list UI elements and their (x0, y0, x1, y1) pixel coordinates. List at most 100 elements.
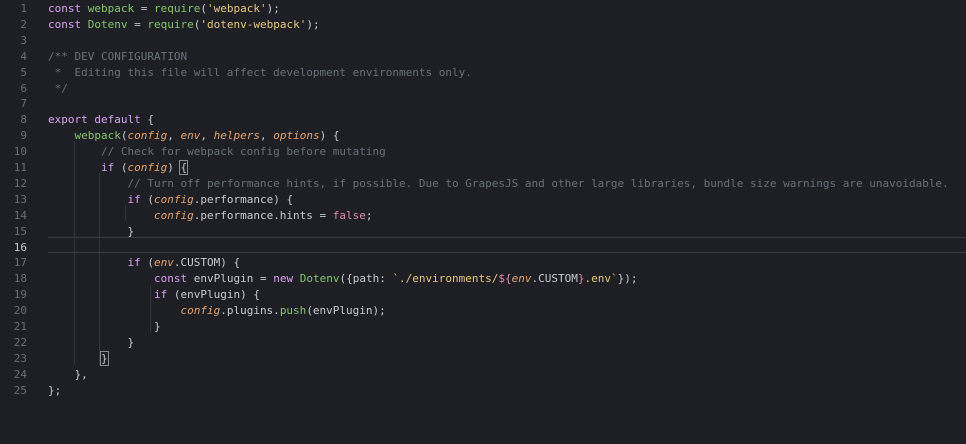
line-number: 14 (13, 208, 27, 222)
code-line[interactable]: }, (48, 367, 966, 383)
code-token: .performance.hints = (193, 208, 333, 222)
code-token: export default (48, 113, 148, 127)
line-number: 12 (13, 176, 27, 190)
code-editor[interactable]: 1 2 3 4 5 6 7 8 9 10 11 12 13 14 15 16 17 18 19 20 21 22 23 24 2… (0, 0, 966, 444)
code-token: envPlugin = (193, 272, 274, 286)
line-number: 24 (13, 367, 27, 381)
code-token: webpack (87, 2, 135, 15)
code-token: new (273, 272, 300, 286)
code-token: ; (365, 208, 373, 222)
code-token: } (48, 224, 135, 238)
code-token: if (100, 161, 121, 174)
code-token: , (167, 129, 181, 143)
line-number: 20 (13, 304, 27, 318)
code-token: const (48, 2, 88, 15)
code-token: } (48, 335, 135, 349)
code-token: { (147, 113, 154, 127)
code-token: require (153, 2, 201, 15)
code-line[interactable]: const webpack = require('webpack'); (48, 1, 966, 17)
code-token: ) (167, 161, 181, 174)
code-token: }); (617, 272, 638, 286)
code-token: }; (48, 383, 62, 397)
code-token: helpers (213, 129, 260, 143)
line-number: 16 (13, 240, 27, 254)
code-token: // Check for webpack config before mutat… (100, 145, 386, 159)
code-line[interactable]: if (env.CUSTOM) { (48, 255, 966, 271)
code-line[interactable]: if (config.performance) { (48, 192, 966, 208)
line-number: 6 (20, 81, 27, 95)
code-token: env (511, 272, 532, 286)
code-line[interactable]: } (48, 350, 966, 367)
code-token: */ (48, 81, 68, 95)
code-token: } (100, 350, 109, 366)
line-number: 25 (13, 383, 27, 397)
line-number: 21 (13, 320, 27, 333)
code-token: ); (306, 17, 320, 31)
code-line[interactable]: config.plugins.push(envPlugin); (48, 303, 966, 319)
code-token: .CUSTOM (531, 272, 578, 286)
code-token: Dotenv (87, 17, 128, 31)
code-token: ); (266, 2, 280, 15)
code-token: (envPlugin) { (173, 288, 260, 302)
code-line[interactable]: } (48, 224, 966, 240)
line-number: 7 (20, 97, 27, 111)
code-line[interactable] (48, 96, 966, 112)
code-token: } (577, 272, 585, 286)
code-token: env (153, 256, 174, 270)
code-line[interactable]: if (envPlugin) { (48, 287, 966, 303)
code-token: , (200, 129, 214, 143)
code-line[interactable]: // Turn off performance hints, if possib… (48, 176, 966, 192)
code-token: } (48, 320, 161, 333)
line-number: 23 (13, 351, 27, 365)
code-line[interactable]: webpack(config, env, helpers, options) { (48, 128, 966, 144)
line-number-gutter: 1 2 3 4 5 6 7 8 9 10 11 12 13 14 15 16 17 18 19 20 21 22 23 24 2… (0, 0, 40, 444)
code-token: if (153, 288, 174, 302)
line-number: 11 (13, 161, 27, 174)
line-number: 15 (13, 224, 27, 238)
code-token: { (179, 160, 189, 175)
line-number: 3 (20, 33, 27, 47)
code-token: const (48, 17, 88, 31)
code-token: ( (200, 2, 207, 15)
code-token: , (259, 129, 274, 143)
line-number: 1 (20, 2, 27, 15)
code-line[interactable]: } (48, 319, 966, 335)
code-token: 'webpack' (206, 2, 267, 15)
code-token: options (273, 129, 320, 143)
code-line[interactable]: */ (48, 81, 966, 97)
code-line[interactable]: const envPlugin = new Dotenv({path: `./e… (48, 271, 966, 287)
code-token: }, (48, 367, 88, 381)
code-token: false (332, 208, 366, 222)
code-token: webpack (74, 129, 121, 143)
code-line[interactable]: * Editing this file will affect developm… (48, 65, 966, 81)
code-line[interactable]: // Check for webpack config before mutat… (48, 144, 966, 160)
code-line[interactable] (48, 240, 966, 256)
code-line[interactable]: if (config) { (48, 160, 966, 176)
code-token: (envPlugin); (306, 304, 386, 318)
code-token: ) { (319, 129, 340, 143)
code-line[interactable]: }; (48, 383, 966, 399)
code-line[interactable]: const Dotenv = require('dotenv-webpack')… (48, 17, 966, 33)
line-number: 2 (20, 17, 27, 31)
code-token: Dotenv (299, 272, 340, 286)
code-token: // Turn off performance hints, if possib… (127, 176, 949, 190)
code-line[interactable]: /** DEV CONFIGURATION (48, 49, 966, 65)
code-line[interactable] (48, 33, 966, 49)
line-number: 4 (20, 49, 27, 63)
code-line[interactable]: } (48, 335, 966, 351)
line-number: 10 (13, 145, 27, 159)
code-token: const (153, 272, 194, 286)
code-line[interactable]: export default { (48, 112, 966, 128)
line-number: 18 (13, 272, 27, 286)
line-number: 17 (13, 256, 27, 270)
code-token: ( (147, 256, 154, 270)
code-token: * Editing this file will affect developm… (48, 65, 472, 79)
code-line[interactable]: config.performance.hints = false; (48, 208, 966, 224)
